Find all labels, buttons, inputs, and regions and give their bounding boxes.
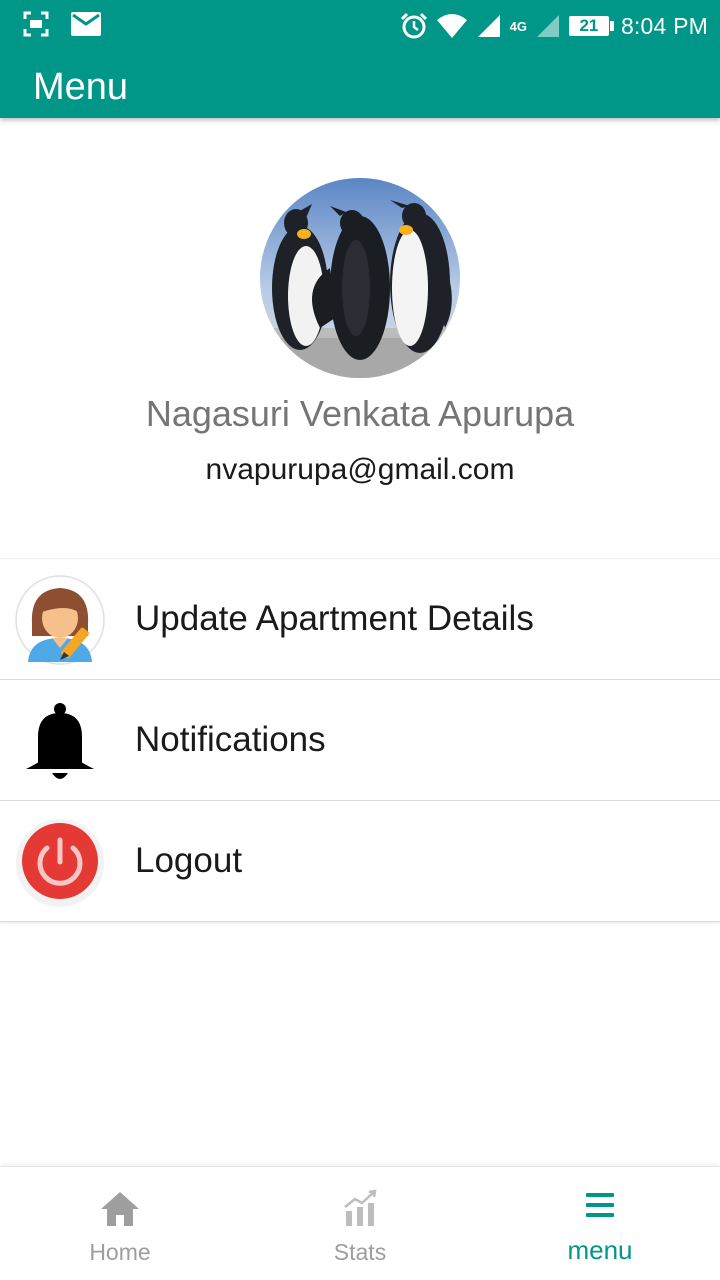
profile-section: Nagasuri Venkata Apurupa nvapurupa@gmail… [0, 118, 720, 558]
nav-home-label: Home [89, 1239, 151, 1265]
network-type-label: 4G [509, 18, 527, 34]
screenshot-icon [22, 10, 50, 38]
signal-2-icon [535, 13, 561, 39]
status-clock: 8:04 PM [620, 12, 708, 39]
menu-item-label: Update Apartment Details [135, 599, 534, 638]
avatar-penguins-image [260, 178, 460, 378]
chart-icon [338, 1189, 382, 1229]
signal-icon [476, 13, 502, 39]
battery-level: 21 [568, 16, 614, 36]
nav-menu-label: menu [567, 1235, 633, 1265]
bottom-navigation: Home Stats menu [0, 1166, 720, 1280]
profile-email: nvapurupa@gmail.com [205, 453, 515, 486]
nav-menu[interactable]: menu [480, 1167, 720, 1280]
menu-list: Update Apartment Details Notifications L… [0, 558, 720, 922]
person-edit-icon [14, 574, 106, 666]
menu-item-label: Logout [135, 841, 243, 880]
nav-stats-label: Stats [333, 1239, 387, 1265]
email-icon [70, 11, 102, 37]
profile-name: Nagasuri Venkata Apurupa [145, 393, 575, 434]
status-bar-left [22, 10, 102, 38]
page-title: Menu [33, 66, 129, 108]
bell-icon [14, 695, 106, 787]
menu-screen: 4G 21 8:04 PM Menu Nagasuri Venkata Apur… [0, 0, 720, 1280]
app-header: 4G 21 8:04 PM Menu [0, 0, 720, 118]
menu-item-update-apartment[interactable]: Update Apartment Details [0, 558, 720, 680]
menu-item-label: Notifications [135, 720, 326, 759]
menu-icon [578, 1189, 622, 1229]
nav-home[interactable]: Home [0, 1167, 240, 1280]
home-icon [98, 1189, 142, 1229]
power-icon [14, 816, 106, 908]
status-bar: 4G 21 8:04 PM [0, 0, 720, 52]
menu-item-notifications[interactable]: Notifications [0, 680, 720, 801]
menu-item-logout[interactable]: Logout [0, 801, 720, 922]
wifi-icon [436, 12, 468, 40]
nav-stats[interactable]: Stats [240, 1167, 480, 1280]
status-bar-right: 4G 21 8:04 PM [400, 8, 708, 44]
avatar[interactable] [260, 178, 460, 378]
alarm-icon [400, 12, 428, 40]
